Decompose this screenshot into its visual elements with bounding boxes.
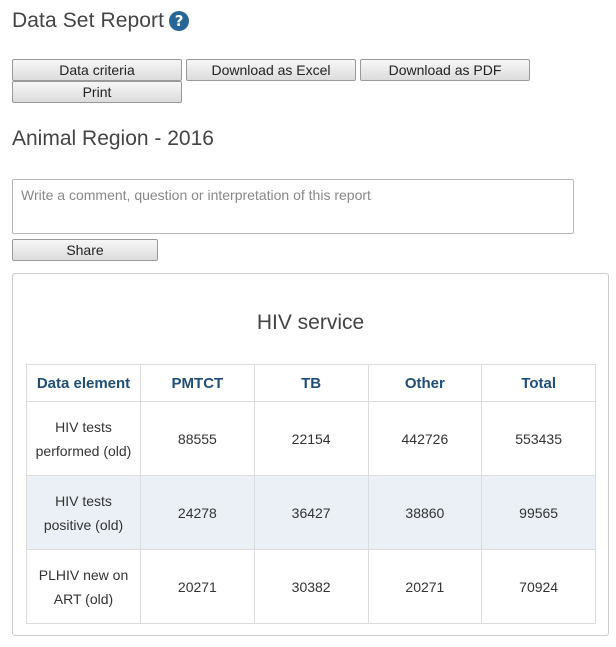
column-header-data-element: Data element [26,364,141,402]
cell-other: 20271 [367,549,483,624]
column-header-total: Total [481,364,596,402]
column-header-other: Other [367,364,483,402]
data-table: Data element PMTCT TB Other Total HIV te… [26,364,596,624]
cell-total: 70924 [481,549,596,624]
row-label: HIV tests positive (old) [26,475,141,550]
report-panel: HIV service Data element PMTCT TB Other … [12,273,609,636]
data-criteria-button[interactable]: Data criteria [12,59,182,81]
cell-total: 553435 [481,401,596,476]
row-label: HIV tests performed (old) [26,401,141,476]
cell-tb: 30382 [253,549,369,624]
column-header-pmtct: PMTCT [140,364,255,402]
page-header: Data Set Report ? [12,7,190,35]
cell-other: 442726 [367,401,483,476]
cell-pmtct: 24278 [140,475,255,550]
page-title: Data Set Report [12,9,165,32]
cell-tb: 36427 [253,475,369,550]
cell-tb: 22154 [253,401,369,476]
download-pdf-button[interactable]: Download as PDF [360,59,530,81]
cell-pmtct: 20271 [140,549,255,624]
table-header-row: Data element PMTCT TB Other Total [26,364,596,402]
help-icon-glyph: ? [174,12,184,30]
share-button[interactable]: Share [12,239,158,261]
column-header-tb: TB [253,364,369,402]
comment-input[interactable] [12,179,574,234]
cell-other: 38860 [367,475,483,550]
table-row: HIV tests positive (old) 24278 36427 388… [26,475,596,550]
table-title: HIV service [256,311,365,334]
table-row: HIV tests performed (old) 88555 22154 44… [26,401,596,476]
download-excel-button[interactable]: Download as Excel [186,59,356,81]
help-icon[interactable]: ? [169,11,190,31]
cell-total: 99565 [481,475,596,550]
row-label: PLHIV new on ART (old) [26,549,141,624]
cell-pmtct: 88555 [140,401,255,476]
print-button[interactable]: Print [12,81,182,103]
table-row: PLHIV new on ART (old) 20271 30382 20271… [26,549,596,624]
report-title: Animal Region - 2016 [12,127,214,150]
